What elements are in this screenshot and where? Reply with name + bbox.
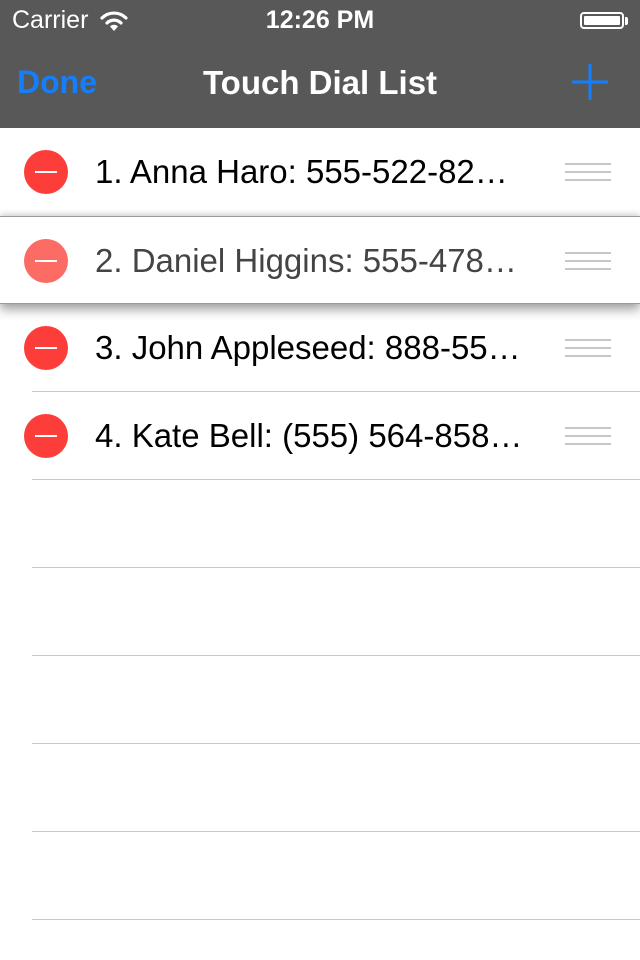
status-bar: Carrier 12:26 PM [0,0,640,40]
list-row-dragging[interactable]: 2. Daniel Higgins: 555-478… [0,216,640,304]
row-separator [32,831,640,832]
battery-tip [625,17,628,25]
nav-bar: Done Touch Dial List [0,40,640,128]
reorder-handle-icon[interactable] [565,252,611,270]
row-separator [32,655,640,656]
list-row[interactable]: 4. Kate Bell: (555) 564-858… [0,392,640,480]
row-label: 3. John Appleseed: 888-55… [95,329,521,366]
list-row[interactable]: 1. Anna Haro: 555-522-82… [0,128,640,216]
row-separator [32,391,640,392]
row-separator [32,567,640,568]
list-row[interactable]: 3. John Appleseed: 888-55… [0,304,640,392]
header: Carrier 12:26 PM Done Touch Dial List [0,0,640,128]
minus-circle-icon[interactable] [24,239,68,283]
minus-circle-icon[interactable] [24,150,68,194]
row-separator [32,919,640,920]
plus-icon[interactable] [570,62,610,102]
reorder-handle-icon[interactable] [565,163,611,181]
contact-list: 1. Anna Haro: 555-522-82… 2. Daniel Higg… [0,128,640,960]
minus-circle-icon[interactable] [24,326,68,370]
reorder-handle-icon[interactable] [565,427,611,445]
reorder-handle-icon[interactable] [565,339,611,357]
nav-title: Touch Dial List [202,64,438,101]
battery-level [584,16,620,25]
row-label: 4. Kate Bell: (555) 564-858… [95,417,523,454]
row-label: 2. Daniel Higgins: 555-478… [95,242,517,279]
status-time: 12:26 PM [265,6,375,34]
battery-icon [580,12,624,29]
minus-circle-icon[interactable] [24,414,68,458]
row-separator [32,743,640,744]
row-label: 1. Anna Haro: 555-522-82… [95,153,508,190]
row-separator [32,479,640,480]
